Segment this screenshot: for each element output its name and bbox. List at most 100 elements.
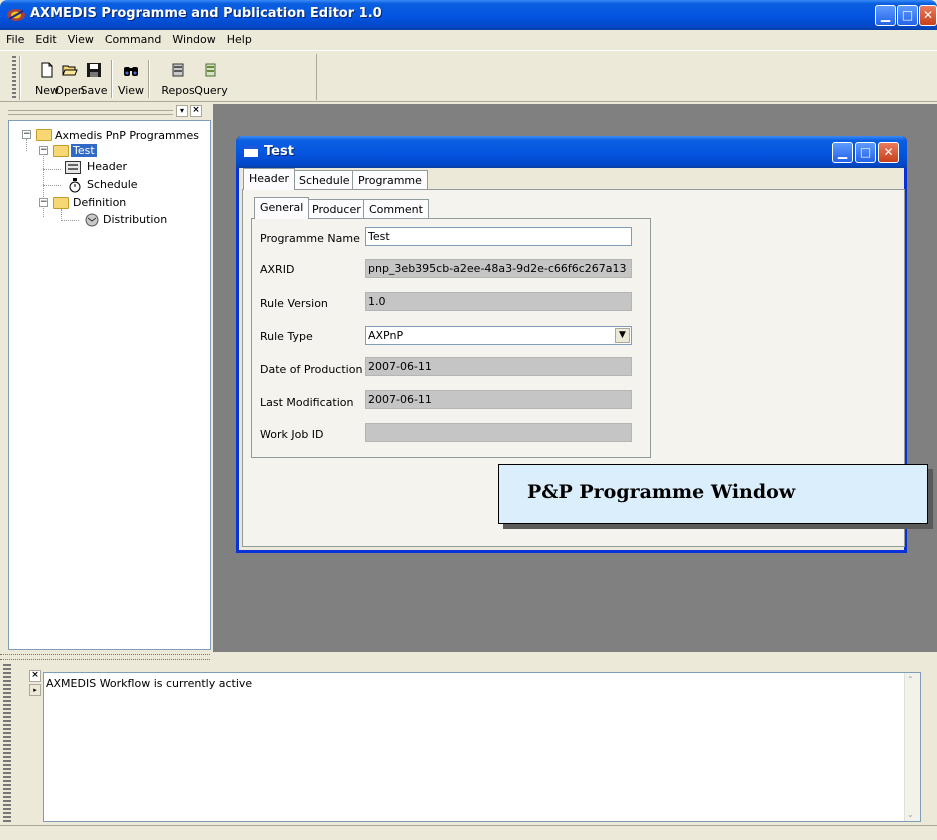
new-document-icon [41, 62, 53, 78]
tree-item-definition[interactable]: Definition [73, 196, 126, 209]
dock-icon: ▾ [179, 106, 184, 115]
close-icon: × [31, 670, 39, 680]
tree-item-test[interactable]: Test [71, 144, 97, 157]
menu-view[interactable]: View [62, 30, 99, 46]
query-button[interactable]: Query [190, 62, 232, 97]
menu-help[interactable]: Help [221, 30, 257, 46]
floppy-disk-icon [87, 63, 101, 77]
tab-programme[interactable]: Programme [352, 170, 428, 190]
tree-item-schedule[interactable]: Schedule [87, 178, 138, 191]
tree-connector [43, 169, 61, 170]
scroll-up-icon[interactable]: ⌃ [907, 675, 914, 684]
distribution-icon [85, 213, 99, 227]
dock-icon: ▸ [33, 686, 37, 694]
tree-item-header[interactable]: Header [87, 160, 127, 173]
tree-expander-definition[interactable]: − [39, 198, 48, 207]
programme-window-callout: P&P Programme Window [498, 464, 928, 524]
tree-item-distribution[interactable]: Distribution [103, 213, 167, 226]
rule-type-value: AXPnP [368, 329, 404, 342]
output-scrollbar[interactable]: ⌃ ⌄ [904, 673, 920, 821]
work-job-id-label: Work Job ID [260, 428, 324, 441]
tab-header[interactable]: Header [243, 168, 296, 190]
toolbar-divider [19, 56, 21, 100]
toolbar-separator [148, 60, 150, 98]
save-button[interactable]: Save [79, 62, 109, 97]
stopwatch-icon [69, 178, 81, 193]
splitter-grip[interactable] [0, 654, 210, 660]
tree-pane-close-button[interactable]: × [190, 105, 202, 117]
programme-window-title: Test [264, 144, 294, 159]
close-icon: × [192, 105, 200, 115]
form-icon [65, 161, 81, 174]
maximize-icon: □ [901, 8, 914, 22]
toolbar-grip[interactable] [12, 56, 16, 100]
programme-window-titlebar[interactable]: Test ▁ □ ✕ [236, 136, 907, 168]
minimize-icon: ▁ [880, 8, 891, 22]
minimize-icon: ▁ [837, 145, 848, 159]
programme-name-input[interactable]: Test [365, 227, 632, 246]
child-maximize-button[interactable]: □ [855, 142, 876, 163]
menu-edit[interactable]: Edit [29, 30, 61, 46]
subtab-producer[interactable]: Producer [306, 199, 367, 219]
menu-command[interactable]: Command [99, 30, 167, 46]
app-titlebar[interactable]: AXMEDIS Programme and Publication Editor… [0, 0, 937, 30]
maximize-icon: □ [859, 145, 872, 159]
app-title: AXMEDIS Programme and Publication Editor… [30, 6, 382, 21]
output-pane-dock-button[interactable]: ▸ [29, 684, 41, 696]
minus-icon: − [40, 197, 48, 207]
subtab-general[interactable]: General [254, 197, 310, 219]
open-folder-icon [53, 145, 69, 157]
tree-expander-root[interactable]: − [22, 130, 31, 139]
child-close-button[interactable]: ✕ [878, 142, 899, 163]
tab-schedule[interactable]: Schedule [293, 170, 356, 190]
axrid-field: pnp_3eb395cb-a2ee-48a3-9d2e-c66f6c267a13 [365, 259, 632, 278]
tree-item-root[interactable]: Axmedis PnP Programmes [55, 129, 199, 142]
rule-type-label: Rule Type [260, 330, 313, 343]
output-pane-close-button[interactable]: × [29, 670, 41, 682]
close-icon: ✕ [922, 8, 934, 22]
tree-connector [43, 185, 61, 186]
repository-icon [172, 63, 184, 77]
output-pane-grip[interactable] [3, 664, 11, 822]
minus-icon: − [23, 129, 31, 139]
rule-version-label: Rule Version [260, 297, 328, 310]
child-minimize-button[interactable]: ▁ [832, 142, 853, 163]
open-folder-icon [62, 65, 78, 76]
workflow-status-message: AXMEDIS Workflow is currently active [46, 677, 253, 690]
menu-bar: File Edit View Command Window Help [0, 30, 937, 50]
last-modification-field: 2007-06-11 [365, 390, 632, 409]
view-button[interactable]: View [116, 62, 146, 97]
toolbar-end [316, 54, 317, 100]
axmedis-logo-icon [7, 9, 25, 21]
close-button[interactable]: ✕ [919, 5, 937, 26]
workflow-output[interactable]: AXMEDIS Workflow is currently active ⌃ ⌄ [43, 672, 921, 822]
subtab-comment[interactable]: Comment [363, 199, 429, 219]
folder-icon [36, 129, 52, 141]
menu-window[interactable]: Window [166, 30, 220, 46]
tree-expander-test[interactable]: − [39, 146, 48, 155]
programme-tree[interactable]: − Axmedis PnP Programmes − Test Header S… [8, 120, 211, 650]
horizontal-splitter[interactable] [0, 652, 937, 664]
scroll-down-icon[interactable]: ⌄ [907, 810, 914, 819]
tree-connector [26, 139, 27, 151]
menu-file[interactable]: File [0, 30, 29, 46]
tree-connector [61, 220, 79, 221]
axrid-label: AXRID [260, 263, 295, 276]
binoculars-icon [124, 67, 138, 76]
toolbar-separator [111, 60, 113, 98]
close-icon: ✕ [883, 145, 894, 159]
rule-type-select[interactable]: AXPnP ▼ [365, 326, 632, 345]
minimize-button[interactable]: ▁ [875, 5, 896, 26]
programme-name-label: Programme Name [260, 232, 360, 245]
date-of-production-label: Date of Production [260, 363, 363, 376]
tree-pane-header: ▾ × [8, 105, 211, 119]
tree-pane-dock-button[interactable]: ▾ [176, 105, 188, 117]
window-icon [244, 146, 258, 157]
maximize-button[interactable]: □ [897, 5, 918, 26]
work-job-id-field [365, 423, 632, 442]
rule-version-field: 1.0 [365, 292, 632, 311]
date-of-production-field: 2007-06-11 [365, 357, 632, 376]
tree-header-grip[interactable] [8, 110, 173, 115]
open-folder-icon [53, 197, 69, 209]
chevron-down-icon[interactable]: ▼ [615, 328, 630, 343]
